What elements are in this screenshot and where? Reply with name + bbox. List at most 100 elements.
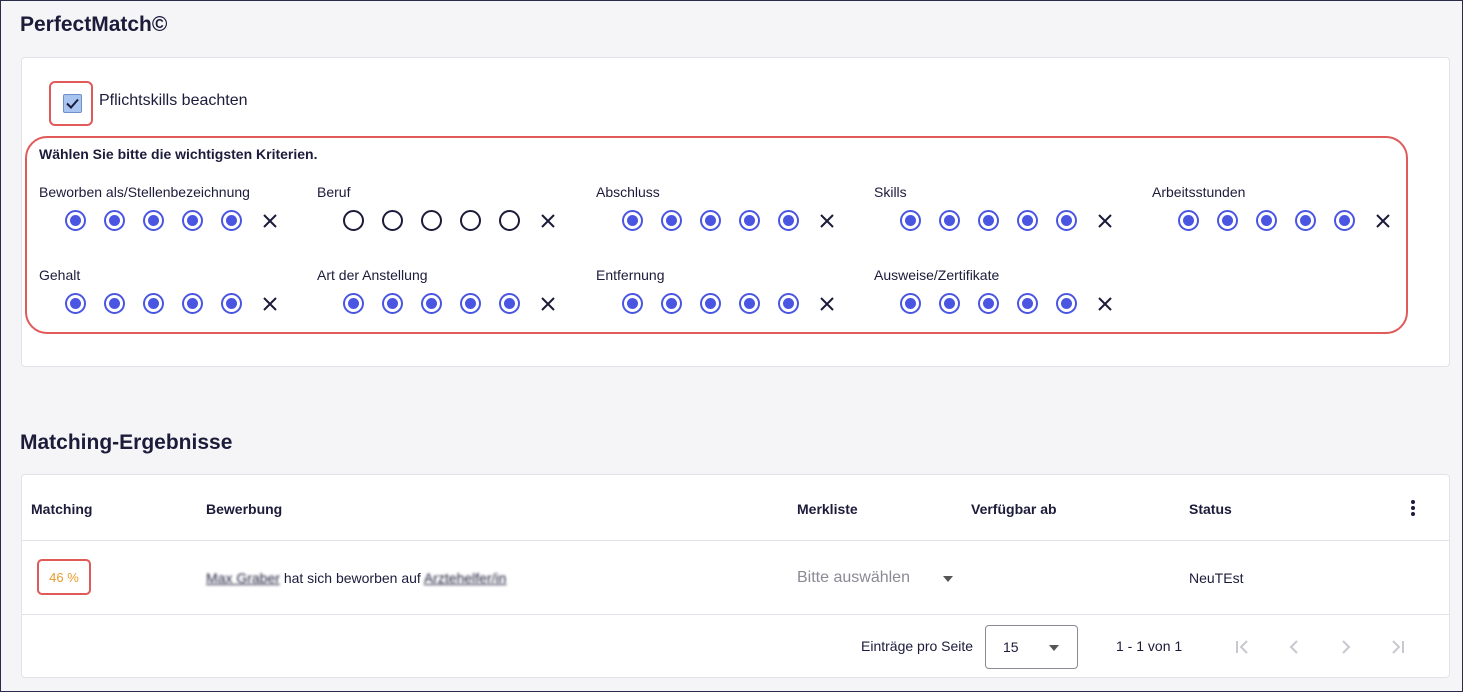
rating-radio[interactable]: [939, 210, 960, 231]
col-header-bewerbung[interactable]: Bewerbung: [206, 501, 282, 517]
last-page-icon[interactable]: [1388, 637, 1408, 657]
rating-radio[interactable]: [622, 210, 643, 231]
rating-radio[interactable]: [1178, 210, 1199, 231]
criterion-label: Beworben als/Stellenbezeichnung: [39, 184, 250, 200]
previous-page-icon[interactable]: [1284, 637, 1304, 657]
results-title: Matching-Ergebnisse: [20, 431, 233, 454]
mandatory-skills-checkbox[interactable]: [63, 94, 82, 113]
per-page-label: Einträge pro Seite: [861, 638, 974, 654]
rating-radio[interactable]: [900, 293, 921, 314]
rating-radio[interactable]: [182, 293, 203, 314]
rating-radio[interactable]: [460, 293, 481, 314]
rating-radio[interactable]: [939, 293, 960, 314]
rating-radio[interactable]: [778, 293, 799, 314]
rating-radio[interactable]: [65, 293, 86, 314]
rating-radio[interactable]: [1017, 210, 1038, 231]
rating-radio[interactable]: [1256, 210, 1277, 231]
rating-radio[interactable]: [661, 210, 682, 231]
applied-text: hat sich beworben auf: [283, 570, 421, 586]
criterion-rating: [900, 210, 1134, 231]
rating-radio[interactable]: [221, 293, 242, 314]
per-page-select[interactable]: 15: [985, 625, 1078, 669]
criterion-group: Ausweise/Zertifikate: [874, 265, 1134, 314]
rating-radio[interactable]: [382, 293, 403, 314]
rating-radio[interactable]: [1056, 210, 1077, 231]
criterion-rating: [343, 210, 577, 231]
criterion-label: Skills: [874, 184, 907, 200]
criterion-rating: [65, 293, 299, 314]
rating-radio[interactable]: [661, 293, 682, 314]
clear-icon[interactable]: [539, 212, 557, 230]
col-header-status[interactable]: Status: [1189, 501, 1232, 517]
criterion-rating: [900, 293, 1134, 314]
rating-radio[interactable]: [1334, 210, 1355, 231]
rating-radio[interactable]: [182, 210, 203, 231]
pagination-range: 1 - 1 von 1: [1116, 638, 1183, 654]
chevron-down-icon: [1049, 645, 1059, 651]
rating-radio[interactable]: [499, 210, 520, 231]
criterion-rating: [622, 293, 856, 314]
divider: [22, 540, 1449, 541]
rating-radio[interactable]: [143, 210, 164, 231]
rating-radio[interactable]: [739, 210, 760, 231]
rating-radio[interactable]: [739, 293, 760, 314]
rating-radio[interactable]: [421, 210, 442, 231]
rating-radio[interactable]: [343, 210, 364, 231]
clear-icon[interactable]: [1096, 212, 1114, 230]
rating-radio[interactable]: [143, 293, 164, 314]
rating-radio[interactable]: [104, 210, 125, 231]
clear-icon[interactable]: [1096, 295, 1114, 313]
clear-icon[interactable]: [818, 295, 836, 313]
clear-icon[interactable]: [539, 295, 557, 313]
rating-radio[interactable]: [343, 293, 364, 314]
criterion-group: Entfernung: [596, 265, 856, 314]
rating-radio[interactable]: [221, 210, 242, 231]
criterion-label: Arbeitsstunden: [1152, 184, 1246, 200]
clear-icon[interactable]: [818, 212, 836, 230]
rating-radio[interactable]: [778, 210, 799, 231]
rating-radio[interactable]: [1217, 210, 1238, 231]
applicant-link[interactable]: Max Graber: [206, 570, 280, 586]
col-header-merkliste[interactable]: Merkliste: [797, 501, 858, 517]
merkliste-select[interactable]: Bitte auswählen: [797, 569, 910, 587]
criterion-label: Gehalt: [39, 267, 81, 283]
criteria-title: Wählen Sie bitte die wichtigsten Kriteri…: [39, 146, 318, 162]
next-page-icon[interactable]: [1336, 637, 1356, 657]
first-page-icon[interactable]: [1232, 637, 1252, 657]
rating-radio[interactable]: [900, 210, 921, 231]
rating-radio[interactable]: [104, 293, 125, 314]
col-header-verfuegbar[interactable]: Verfügbar ab: [971, 501, 1057, 517]
check-icon: [66, 98, 79, 109]
chevron-down-icon[interactable]: [943, 576, 953, 582]
criterion-label: Art der Anstellung: [317, 267, 428, 283]
rating-radio[interactable]: [1295, 210, 1316, 231]
rating-radio[interactable]: [1017, 293, 1038, 314]
rating-radio[interactable]: [382, 210, 403, 231]
clear-icon[interactable]: [261, 295, 279, 313]
rating-radio[interactable]: [622, 293, 643, 314]
status-value: NeuTEst: [1189, 570, 1244, 586]
rating-radio[interactable]: [700, 293, 721, 314]
clear-icon[interactable]: [261, 212, 279, 230]
rating-radio[interactable]: [978, 293, 999, 314]
criterion-group: Abschluss: [596, 182, 856, 231]
criterion-group: Art der Anstellung: [317, 265, 577, 314]
position-link[interactable]: Arztehelfer/in: [424, 570, 506, 586]
rating-radio[interactable]: [700, 210, 721, 231]
criterion-label: Entfernung: [596, 267, 665, 283]
divider: [22, 614, 1449, 615]
rating-radio[interactable]: [1056, 293, 1077, 314]
col-header-matching[interactable]: Matching: [31, 501, 92, 517]
rating-radio[interactable]: [499, 293, 520, 314]
clear-icon[interactable]: [1374, 212, 1392, 230]
rating-radio[interactable]: [460, 210, 481, 231]
rating-radio[interactable]: [65, 210, 86, 231]
criterion-label: Ausweise/Zertifikate: [874, 267, 1000, 283]
rating-radio[interactable]: [421, 293, 442, 314]
more-options-icon[interactable]: [1406, 500, 1420, 520]
criterion-group: Beworben als/Stellenbezeichnung: [39, 182, 299, 231]
rating-radio[interactable]: [978, 210, 999, 231]
mandatory-skills-highlight: [49, 81, 93, 126]
mandatory-skills-label: Pflichtskills beachten: [99, 92, 248, 109]
criterion-rating: [622, 210, 856, 231]
